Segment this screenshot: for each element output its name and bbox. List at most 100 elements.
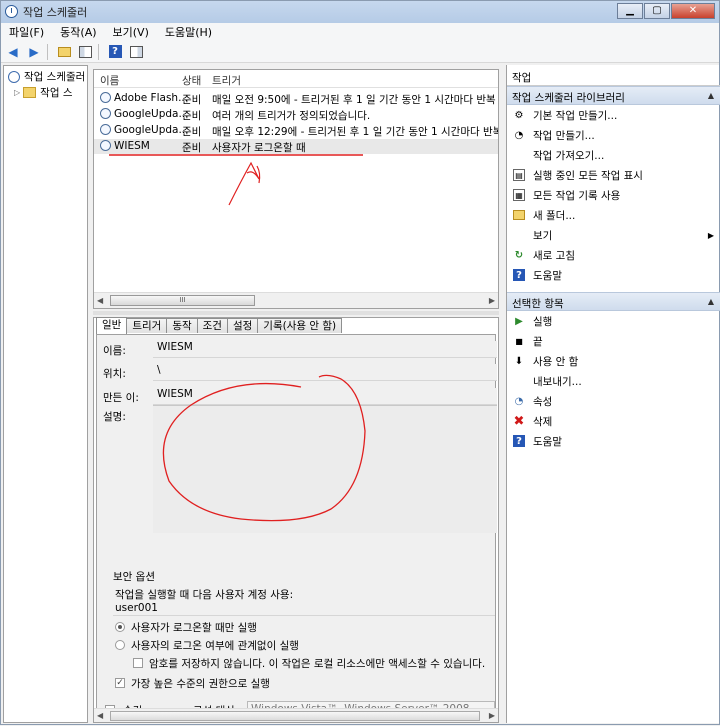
run-whether-logged-on-radio[interactable] bbox=[115, 640, 125, 650]
help-icon[interactable]: ? bbox=[106, 44, 124, 60]
forward-arrow-icon[interactable]: ▶ bbox=[25, 44, 43, 60]
action-disable[interactable]: ⬇ 사용 안 함 bbox=[513, 352, 718, 370]
action-show-running[interactable]: ▤ 실행 중인 모든 작업 표시 bbox=[513, 166, 718, 184]
minimize-button[interactable]: ▁ bbox=[617, 3, 643, 19]
tree-node-root-label: 작업 스케줄러 bbox=[24, 71, 86, 83]
show-hide-tree-icon[interactable] bbox=[76, 44, 94, 60]
action-end[interactable]: ■ 끝 bbox=[513, 332, 718, 350]
library-section-header[interactable]: 작업 스케줄러 라이브러리 ▲ bbox=[507, 86, 720, 105]
center-pane: 이름 상태 트리거 Adobe Flash... 준비 매일 오전 9:50에 … bbox=[93, 65, 501, 723]
action-label: 실행 중인 모든 작업 표시 bbox=[533, 169, 643, 182]
tab-history[interactable]: 기록(사용 안 함) bbox=[257, 318, 343, 333]
tab-settings[interactable]: 설정 bbox=[226, 318, 259, 333]
show-hide-action-pane-icon[interactable] bbox=[127, 44, 145, 60]
action-export[interactable]: 내보내기... bbox=[513, 372, 718, 390]
run-as-user-field[interactable]: user001 bbox=[113, 602, 495, 616]
action-enable-history[interactable]: ▦ 모든 작업 기록 사용 bbox=[513, 186, 718, 204]
author-field[interactable]: WIESM bbox=[153, 388, 497, 405]
action-view[interactable]: 보기 ▶ bbox=[513, 226, 718, 244]
task-row[interactable]: Adobe Flash... 준비 매일 오전 9:50에 - 트리거된 후 1… bbox=[94, 91, 498, 106]
task-row-selected[interactable]: WIESM 준비 사용자가 로그온할 때 bbox=[94, 139, 498, 154]
task-row[interactable]: GoogleUpda... 준비 매일 오후 12:29에 - 트리거된 후 1… bbox=[94, 123, 498, 138]
run-when-logged-on-radio[interactable] bbox=[115, 622, 125, 632]
selected-item-section-header[interactable]: 선택한 항목 ▲ bbox=[507, 292, 720, 311]
task-row[interactable]: GoogleUpda... 준비 여러 개의 트리거가 정의되었습니다. bbox=[94, 107, 498, 122]
action-run[interactable]: ▶ 실행 bbox=[513, 312, 718, 330]
column-header-trigger[interactable]: 트리거 bbox=[212, 73, 241, 88]
action-label: 끝 bbox=[533, 335, 543, 348]
close-button[interactable]: ✕ bbox=[671, 3, 715, 19]
run-as-label: 작업을 실행할 때 다음 사용자 계정 사용: bbox=[115, 589, 294, 601]
collapse-arrow-icon[interactable]: ▲ bbox=[708, 91, 714, 100]
action-properties[interactable]: ◔ 속성 bbox=[513, 392, 718, 410]
tree-node-root[interactable]: 작업 스케줄러 bbox=[8, 69, 85, 84]
task-name: GoogleUpda... bbox=[114, 124, 189, 136]
collapse-arrow-icon[interactable]: ▲ bbox=[708, 297, 714, 306]
description-field[interactable] bbox=[153, 405, 497, 533]
action-create-task[interactable]: ◔ 작업 만들기... bbox=[513, 126, 718, 144]
action-import-task[interactable]: 작업 가져오기... bbox=[513, 146, 718, 164]
tree-node-library-label: 작업 스 bbox=[40, 87, 73, 99]
scroll-left-icon[interactable]: ◀ bbox=[97, 711, 103, 720]
maximize-button[interactable]: ▢ bbox=[644, 3, 670, 19]
column-header-status[interactable]: 상태 bbox=[182, 73, 201, 88]
create-basic-task-icon: ⚙ bbox=[514, 109, 524, 121]
scroll-thumb[interactable]: III bbox=[110, 295, 255, 306]
column-header-name[interactable]: 이름 bbox=[100, 73, 119, 88]
menu-help[interactable]: 도움말(H) bbox=[157, 24, 220, 40]
action-help-selected[interactable]: ? 도움말 bbox=[513, 432, 718, 450]
window-title: 작업 스케줄러 bbox=[23, 6, 88, 19]
tab-actions[interactable]: 동작 bbox=[166, 318, 198, 333]
task-name: WIESM bbox=[114, 140, 150, 152]
tab-conditions[interactable]: 조건 bbox=[196, 318, 228, 333]
refresh-icon: ↻ bbox=[514, 249, 524, 261]
expand-arrow-icon[interactable]: ▷ bbox=[14, 88, 20, 97]
action-delete[interactable]: ✖ 삭제 bbox=[513, 412, 718, 430]
task-status: 준비 bbox=[182, 126, 202, 138]
menu-file[interactable]: 파일(F) bbox=[1, 24, 52, 40]
menu-action[interactable]: 동작(A) bbox=[52, 24, 104, 40]
action-label: 모든 작업 기록 사용 bbox=[533, 189, 621, 202]
general-tab-body: 이름: WIESM 위치: \ 만든 이: WIESM 설명: 보안 옵션 작업… bbox=[96, 334, 497, 722]
action-label: 실행 bbox=[533, 315, 553, 328]
detail-horizontal-scrollbar[interactable]: ◀ ▶ bbox=[94, 708, 498, 722]
list-horizontal-scrollbar[interactable]: ◀ III ▶ bbox=[94, 292, 498, 308]
up-folder-icon[interactable] bbox=[55, 44, 73, 60]
task-status: 준비 bbox=[182, 94, 202, 106]
navigation-tree: 작업 스케줄러 ▷ 작업 스 bbox=[3, 65, 88, 723]
action-label: 작업 가져오기... bbox=[533, 149, 605, 162]
menu-view[interactable]: 보기(V) bbox=[105, 24, 157, 40]
library-section-label: 작업 스케줄러 라이브러리 bbox=[512, 92, 625, 104]
do-not-store-password-label: 암호를 저장하지 않습니다. 이 작업은 로컬 리소스에만 액세스할 수 있습니… bbox=[149, 658, 486, 670]
task-name: Adobe Flash... bbox=[114, 92, 189, 104]
tree-node-library[interactable]: ▷ 작업 스 bbox=[14, 85, 72, 100]
detail-tabs: 일반 트리거 동작 조건 설정 기록(사용 안 함) bbox=[96, 317, 343, 334]
action-label: 도움말 bbox=[533, 435, 562, 448]
action-label: 삭제 bbox=[533, 415, 553, 428]
help-icon: ? bbox=[513, 435, 525, 447]
do-not-store-password-checkbox[interactable] bbox=[133, 658, 143, 668]
run-whether-logged-on-label: 사용자의 로그온 여부에 관계없이 실행 bbox=[131, 640, 299, 652]
action-new-folder[interactable]: 새 폴더... bbox=[513, 206, 718, 224]
back-arrow-icon[interactable]: ◀ bbox=[4, 44, 22, 60]
title-bar[interactable]: 작업 스케줄러 ▁ ▢ ✕ bbox=[1, 1, 719, 23]
name-field[interactable]: WIESM bbox=[153, 341, 497, 358]
action-create-basic-task[interactable]: ⚙ 기본 작업 만들기... bbox=[513, 106, 718, 124]
app-window: 작업 스케줄러 ▁ ▢ ✕ 파일(F) 동작(A) 보기(V) 도움말(H) ◀… bbox=[0, 0, 720, 725]
scroll-right-icon[interactable]: ▶ bbox=[489, 296, 495, 305]
author-label: 만든 이: bbox=[103, 392, 139, 404]
task-detail-pane: 일반 트리거 동작 조건 설정 기록(사용 안 함) 이름: WIESM 위치:… bbox=[93, 317, 499, 723]
tab-triggers[interactable]: 트리거 bbox=[126, 318, 168, 333]
action-refresh[interactable]: ↻ 새로 고침 bbox=[513, 246, 718, 264]
security-options-title: 보안 옵션 bbox=[111, 569, 157, 584]
description-label: 설명: bbox=[103, 411, 126, 423]
tab-general[interactable]: 일반 bbox=[96, 317, 128, 334]
pane-splitter[interactable] bbox=[93, 311, 499, 315]
task-icon bbox=[100, 140, 111, 151]
action-label: 작업 만들기... bbox=[533, 129, 595, 142]
scroll-thumb[interactable] bbox=[110, 711, 480, 721]
highest-privileges-checkbox[interactable]: ✓ bbox=[115, 678, 125, 688]
scroll-right-icon[interactable]: ▶ bbox=[489, 711, 495, 720]
scroll-left-icon[interactable]: ◀ bbox=[97, 296, 103, 305]
action-help-library[interactable]: ? 도움말 bbox=[513, 266, 718, 284]
